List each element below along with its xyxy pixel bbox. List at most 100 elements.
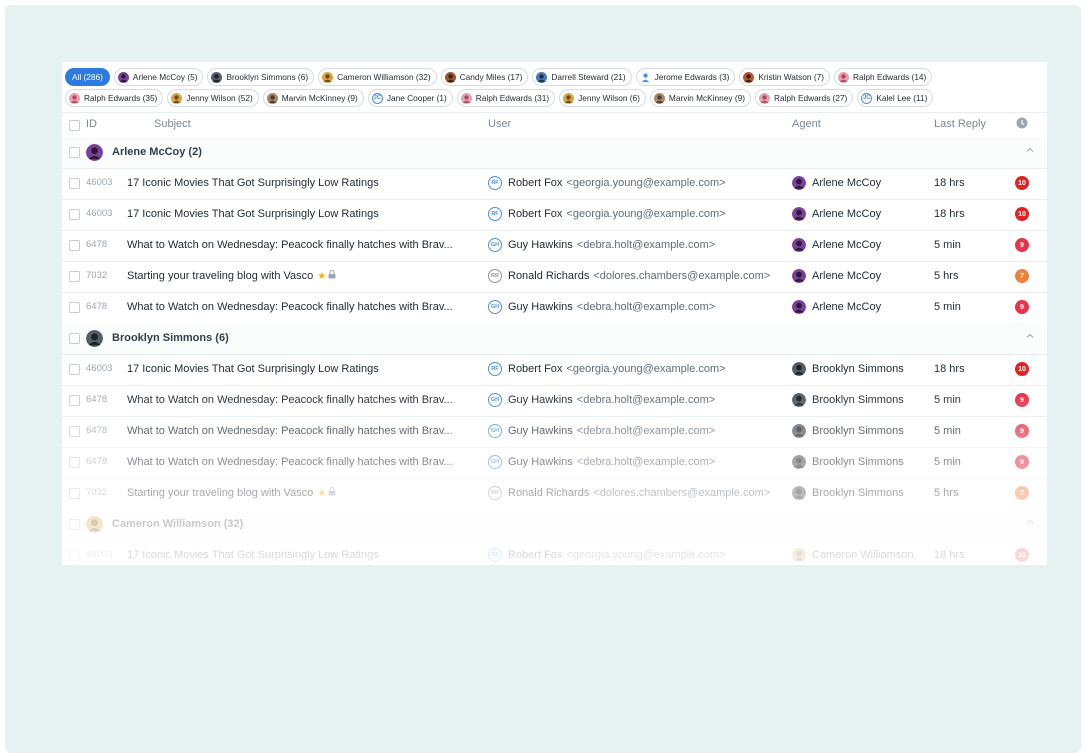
ticket-row[interactable]: 46003 17 Iconic Movies That Got Surprisi… <box>62 168 1047 200</box>
filter-chip[interactable]: Marvin McKinney (9) <box>262 89 364 107</box>
ticket-subject[interactable]: 17 Iconic Movies That Got Surprisingly L… <box>127 177 379 189</box>
agent-group-header[interactable]: Cameron Williamson (32) <box>62 509 1047 541</box>
column-user[interactable]: User <box>488 118 511 130</box>
ticket-subject[interactable]: 17 Iconic Movies That Got Surprisingly L… <box>127 363 379 375</box>
column-id[interactable]: ID <box>86 118 97 130</box>
group-checkbox[interactable] <box>69 519 80 530</box>
ticket-row[interactable]: 7032 Starting your traveling blog with V… <box>62 478 1047 510</box>
ticket-subject[interactable]: 17 Iconic Movies That Got Surprisingly L… <box>127 208 379 220</box>
agent-avatar-icon <box>792 548 806 562</box>
user-name: Guy Hawkins <box>508 394 573 406</box>
column-agent[interactable]: Agent <box>792 118 821 130</box>
agent-name: Cameron Williamson <box>812 549 914 561</box>
ticket-row[interactable]: 6478 What to Watch on Wednesday: Peacock… <box>62 416 1047 448</box>
ticket-row[interactable]: 46003 17 Iconic Movies That Got Surprisi… <box>62 354 1047 386</box>
chevron-up-icon[interactable] <box>1025 517 1035 530</box>
agent-name: Arlene McCoy <box>812 177 882 189</box>
row-checkbox[interactable] <box>69 550 80 561</box>
initials-avatar-icon: JC <box>371 92 383 104</box>
ticket-row[interactable]: 6478 What to Watch on Wednesday: Peacock… <box>62 447 1047 479</box>
row-checkbox[interactable] <box>69 240 80 251</box>
group-checkbox[interactable] <box>69 147 80 158</box>
filter-chip[interactable]: Kristin Watson (7) <box>739 68 830 86</box>
ticket-row[interactable]: 6478 What to Watch on Wednesday: Peacock… <box>62 230 1047 262</box>
avatar-icon <box>563 92 575 104</box>
row-checkbox[interactable] <box>69 302 80 313</box>
filter-chip[interactable]: Candy Miles (17) <box>440 68 529 86</box>
filter-chip[interactable]: Cameron Williamson (32) <box>318 68 437 86</box>
row-checkbox[interactable] <box>69 426 80 437</box>
agent-avatar-icon <box>792 269 806 283</box>
ticket-subject[interactable]: Starting your traveling blog with Vasco ★ <box>127 270 336 282</box>
subject-text: 17 Iconic Movies That Got Surprisingly L… <box>127 208 379 220</box>
last-reply: 18 hrs <box>934 177 965 189</box>
ticket-row[interactable]: 6478 What to Watch on Wednesday: Peacock… <box>62 292 1047 324</box>
ticket-row[interactable]: 46003 17 Iconic Movies That Got Surprisi… <box>62 199 1047 231</box>
group-checkbox[interactable] <box>69 333 80 344</box>
ticket-subject[interactable]: What to Watch on Wednesday: Peacock fina… <box>127 394 453 406</box>
ticket-subject[interactable]: Starting your traveling blog with Vasco ★ <box>127 487 336 499</box>
row-checkbox[interactable] <box>69 209 80 220</box>
count-badge: 9 <box>1015 238 1029 252</box>
ticket-subject[interactable]: What to Watch on Wednesday: Peacock fina… <box>127 301 453 313</box>
ticket-id: 46003 <box>86 549 113 560</box>
ticket-subject[interactable]: What to Watch on Wednesday: Peacock fina… <box>127 425 453 437</box>
subject-text: Starting your traveling blog with Vasco <box>127 487 314 499</box>
last-reply: 5 min <box>934 239 961 251</box>
user-cell: Ronald Richards <dolores.chambers@example… <box>508 487 770 499</box>
filter-chip[interactable]: JC Kalel Lee (11) <box>857 89 934 107</box>
row-checkbox[interactable] <box>69 178 80 189</box>
count-badge: 9 <box>1015 424 1029 438</box>
subject-text: What to Watch on Wednesday: Peacock fina… <box>127 239 453 251</box>
row-checkbox[interactable] <box>69 364 80 375</box>
star-icon[interactable]: ★ <box>317 488 326 499</box>
user-cell: Guy Hawkins<debra.holt@example.com> <box>508 239 715 251</box>
user-initials-avatar: GH <box>488 455 502 469</box>
clock-icon[interactable] <box>1016 117 1028 132</box>
avatar-icon <box>69 92 80 104</box>
filter-chip[interactable]: Marvin McKinney (9) <box>649 89 751 107</box>
row-checkbox[interactable] <box>69 395 80 406</box>
row-checkbox[interactable] <box>69 457 80 468</box>
filter-chip[interactable]: Jerome Edwards (3) <box>635 68 736 86</box>
user-initials-avatar: GH <box>488 238 502 252</box>
group-name: Arlene McCoy (2) <box>112 146 202 158</box>
chevron-up-icon[interactable] <box>1025 145 1035 158</box>
avatar-icon <box>211 71 223 83</box>
column-last-reply[interactable]: Last Reply <box>934 118 986 130</box>
ticket-row[interactable]: 6478 What to Watch on Wednesday: Peacock… <box>62 385 1047 417</box>
star-icon[interactable]: ★ <box>317 271 326 282</box>
agent-name: Brooklyn Simmons <box>812 363 904 375</box>
filter-chip[interactable]: Ralph Edwards (27) <box>754 89 854 107</box>
ticket-subject[interactable]: What to Watch on Wednesday: Peacock fina… <box>127 456 453 468</box>
filter-chip[interactable]: Ralph Edwards (35) <box>65 89 164 107</box>
filter-chip[interactable]: JC Jane Cooper (1) <box>367 89 453 107</box>
select-all-checkbox[interactable] <box>69 120 80 131</box>
filter-chip[interactable]: Ralph Edwards (14) <box>833 68 933 86</box>
agent-group-header[interactable]: Arlene McCoy (2) <box>62 137 1047 169</box>
avatar-icon <box>266 92 278 104</box>
filter-chip[interactable]: Darrell Steward (21) <box>532 68 632 86</box>
agent-name: Arlene McCoy <box>812 208 882 220</box>
ticket-id: 6478 <box>86 239 108 250</box>
row-checkbox[interactable] <box>69 488 80 499</box>
user-cell: Ronald Richards <dolores.chambers@example… <box>508 270 770 282</box>
filter-chip[interactable]: Ralph Edwards (31) <box>456 89 556 107</box>
ticket-subject[interactable]: What to Watch on Wednesday: Peacock fina… <box>127 239 453 251</box>
filter-row: All (286) Arlene McCoy (5) Brooklyn Simmon… <box>65 68 1047 86</box>
column-subject[interactable]: Subject <box>154 118 191 130</box>
ticket-subject[interactable]: 17 Iconic Movies That Got Surprisingly L… <box>127 549 379 561</box>
ticket-row[interactable]: 7032 Starting your traveling blog with V… <box>62 261 1047 293</box>
user-name: Robert Fox <box>508 177 563 189</box>
user-email: <debra.holt@example.com> <box>576 239 716 251</box>
filter-chip[interactable]: Arlene McCoy (5) <box>113 68 204 86</box>
filter-chip[interactable]: All (286) <box>65 68 110 86</box>
filter-chip-label: Darrell Steward (21) <box>551 72 626 82</box>
chevron-up-icon[interactable] <box>1025 331 1035 344</box>
filter-chip[interactable]: Jenny Wilson (52) <box>167 89 259 107</box>
count-badge: 9 <box>1015 300 1029 314</box>
filter-chip[interactable]: Brooklyn Simmons (6) <box>207 68 315 86</box>
filter-chip[interactable]: Jenny Wilson (6) <box>559 89 646 107</box>
row-checkbox[interactable] <box>69 271 80 282</box>
agent-group-header[interactable]: Brooklyn Simmons (6) <box>62 323 1047 355</box>
